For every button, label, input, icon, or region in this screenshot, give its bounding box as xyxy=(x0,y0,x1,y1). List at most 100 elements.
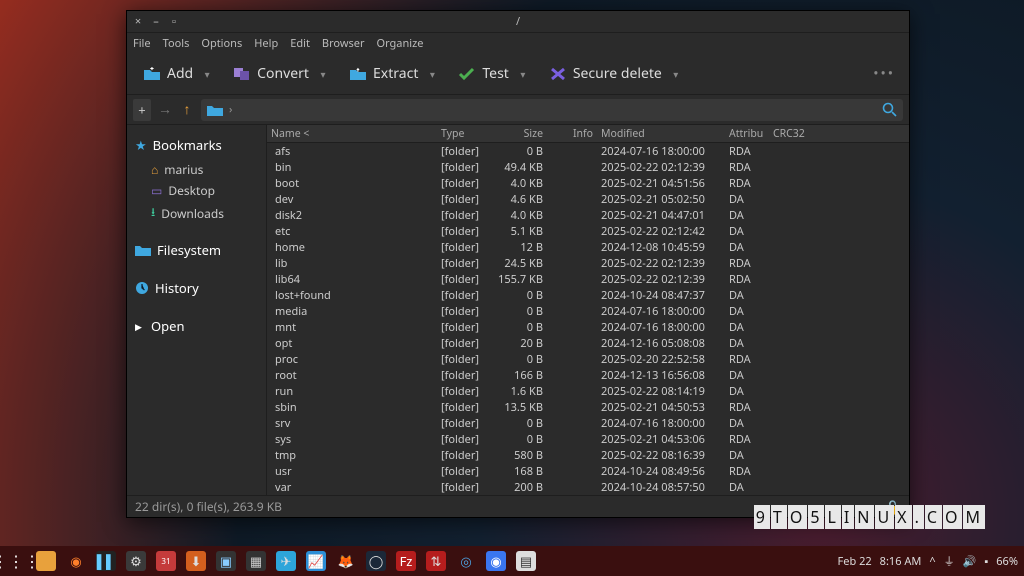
app-terminal[interactable]: ▌▌ xyxy=(96,551,116,571)
app-screenshot[interactable]: ▣ xyxy=(216,551,236,571)
overflow-menu[interactable]: ••• xyxy=(867,64,901,83)
table-row[interactable]: proc[folder]0 B2025-02-20 22:52:58RDA xyxy=(267,351,909,367)
close-button[interactable]: × xyxy=(133,14,143,29)
table-row[interactable]: dev[folder]4.6 KB2025-02-21 05:02:50DA xyxy=(267,191,909,207)
menu-help[interactable]: Help xyxy=(254,36,278,51)
titlebar[interactable]: × – ▫ / xyxy=(127,11,909,33)
chevron-down-icon[interactable]: ▾ xyxy=(317,67,329,81)
cell-size: 0 B xyxy=(487,352,547,367)
table-row[interactable]: mnt[folder]0 B2024-07-16 18:00:00DA xyxy=(267,319,909,335)
search-icon[interactable] xyxy=(882,102,897,117)
app-software[interactable]: ⬇ xyxy=(186,551,206,571)
col-name[interactable]: Name < xyxy=(267,127,437,141)
app-transmission[interactable]: ⇅ xyxy=(426,551,446,571)
table-row[interactable]: lib64[folder]155.7 KB2025-02-22 02:12:39… xyxy=(267,271,909,287)
chevron-down-icon[interactable]: ▾ xyxy=(426,67,438,81)
table-row[interactable]: media[folder]0 B2024-07-16 18:00:00DA xyxy=(267,303,909,319)
menu-options[interactable]: Options xyxy=(201,36,242,51)
table-row[interactable]: boot[folder]4.0 KB2025-02-21 04:51:56RDA xyxy=(267,175,909,191)
col-size[interactable]: Size xyxy=(487,127,547,141)
app-settings[interactable]: ⚙ xyxy=(126,551,146,571)
table-row[interactable]: afs[folder]0 B2024-07-16 18:00:00RDA xyxy=(267,143,909,159)
app-files[interactable] xyxy=(36,551,56,571)
tray-date[interactable]: Feb 22 xyxy=(838,554,872,569)
table-row[interactable]: usr[folder]168 B2024-10-24 08:49:56RDA xyxy=(267,463,909,479)
app-firefox[interactable]: ◉ xyxy=(66,551,86,571)
table-row[interactable]: sys[folder]0 B2025-02-21 04:53:06RDA xyxy=(267,431,909,447)
col-attr[interactable]: Attribu xyxy=(725,127,769,141)
col-info[interactable]: Info xyxy=(547,127,597,141)
play-icon: ▶ xyxy=(135,320,145,333)
chevron-down-icon[interactable]: ▾ xyxy=(670,67,682,81)
add-label: Add xyxy=(167,64,193,83)
table-row[interactable]: lib[folder]24.5 KB2025-02-22 02:12:39RDA xyxy=(267,255,909,271)
table-row[interactable]: root[folder]166 B2024-12-13 16:56:08DA xyxy=(267,367,909,383)
app-chromium[interactable]: ◎ xyxy=(456,551,476,571)
col-type[interactable]: Type xyxy=(437,127,487,141)
menu-edit[interactable]: Edit xyxy=(290,36,310,51)
volume-icon[interactable]: 🔊 xyxy=(963,554,977,569)
tray-up-icon[interactable]: ^ xyxy=(929,554,935,569)
chevron-down-icon[interactable]: ▾ xyxy=(201,67,213,81)
col-crc[interactable]: CRC32 xyxy=(769,127,813,141)
new-tab-button[interactable]: + xyxy=(133,99,151,121)
app-monitor[interactable]: 📈 xyxy=(306,551,326,571)
column-headers[interactable]: Name < Type Size Info Modified Attribu C… xyxy=(267,125,909,143)
app-signal[interactable]: ◉ xyxy=(486,551,506,571)
sidebar-bookmarks-label: Bookmarks xyxy=(153,136,222,154)
col-modified[interactable]: Modified xyxy=(597,127,725,141)
sidebar-history[interactable]: History xyxy=(135,274,266,302)
sidebar-item-home[interactable]: ⌂ marius xyxy=(135,159,266,180)
cell-modified: 2025-02-22 08:16:39 xyxy=(597,448,725,463)
app-gimp[interactable]: 🦊 xyxy=(336,551,356,571)
table-row[interactable]: run[folder]1.6 KB2025-02-22 08:14:19DA xyxy=(267,383,909,399)
sidebar-bookmarks[interactable]: ★ Bookmarks xyxy=(135,131,266,159)
secure-delete-button[interactable]: Secure delete ▾ xyxy=(541,60,690,87)
tray-time[interactable]: 8:16 AM xyxy=(880,554,922,569)
menu-organize[interactable]: Organize xyxy=(377,36,424,51)
table-row[interactable]: bin[folder]49.4 KB2025-02-22 02:12:39RDA xyxy=(267,159,909,175)
app-launcher[interactable]: ⋮⋮⋮ xyxy=(6,551,26,571)
app-filezilla[interactable]: Fz xyxy=(396,551,416,571)
table-row[interactable]: tmp[folder]580 B2025-02-22 08:16:39DA xyxy=(267,447,909,463)
app-steam[interactable]: ◯ xyxy=(366,551,386,571)
forward-button[interactable]: → xyxy=(157,100,173,119)
table-row[interactable]: var[folder]200 B2024-10-24 08:57:50DA xyxy=(267,479,909,495)
cell-attr: RDA xyxy=(725,352,769,367)
table-row[interactable]: home[folder]12 B2024-12-08 10:45:59DA xyxy=(267,239,909,255)
chevron-down-icon[interactable]: ▾ xyxy=(517,67,529,81)
table-row[interactable]: etc[folder]5.1 KB2025-02-22 02:12:42DA xyxy=(267,223,909,239)
battery-icon[interactable]: ▪ xyxy=(984,554,988,569)
add-button[interactable]: Add ▾ xyxy=(135,60,221,87)
app-virt[interactable]: ▦ xyxy=(246,551,266,571)
maximize-button[interactable]: ▫ xyxy=(169,14,179,29)
app-document[interactable]: ▤ xyxy=(516,551,536,571)
sidebar-filesystem[interactable]: Filesystem xyxy=(135,236,266,264)
menu-file[interactable]: File xyxy=(133,36,151,51)
test-button[interactable]: Test ▾ xyxy=(450,60,536,87)
menu-browser[interactable]: Browser xyxy=(322,36,365,51)
cell-size: 0 B xyxy=(487,304,547,319)
table-row[interactable]: lost+found[folder]0 B2024-10-24 08:47:37… xyxy=(267,287,909,303)
table-row[interactable]: opt[folder]20 B2024-12-16 05:08:08DA xyxy=(267,335,909,351)
menu-tools[interactable]: Tools xyxy=(163,36,190,51)
table-row[interactable]: srv[folder]0 B2024-07-16 18:00:00DA xyxy=(267,415,909,431)
wifi-icon[interactable]: ⏚ xyxy=(944,553,955,569)
cell-type: [folder] xyxy=(437,304,487,319)
path-input[interactable]: › xyxy=(201,99,903,121)
table-row[interactable]: disk2[folder]4.0 KB2025-02-21 04:47:01DA xyxy=(267,207,909,223)
sidebar-item-desktop[interactable]: ▭ Desktop xyxy=(135,180,266,201)
cell-attr: RDA xyxy=(725,400,769,415)
app-telegram[interactable]: ✈ xyxy=(276,551,296,571)
sidebar-open[interactable]: ▶ Open xyxy=(135,312,266,340)
secure-delete-label: Secure delete xyxy=(573,64,662,83)
up-button[interactable]: ↑ xyxy=(179,100,195,119)
extract-button[interactable]: Extract ▾ xyxy=(341,60,446,87)
system-tray: Feb 22 8:16 AM ^ ⏚ 🔊 ▪ 66% xyxy=(838,553,1018,569)
table-row[interactable]: sbin[folder]13.5 KB2025-02-21 04:50:53RD… xyxy=(267,399,909,415)
sidebar-item-downloads[interactable]: ⭳ Downloads xyxy=(135,201,266,226)
minimize-button[interactable]: – xyxy=(151,14,161,29)
convert-button[interactable]: Convert ▾ xyxy=(225,60,337,87)
app-calendar[interactable]: 31 xyxy=(156,551,176,571)
cell-name: sbin xyxy=(267,400,437,415)
